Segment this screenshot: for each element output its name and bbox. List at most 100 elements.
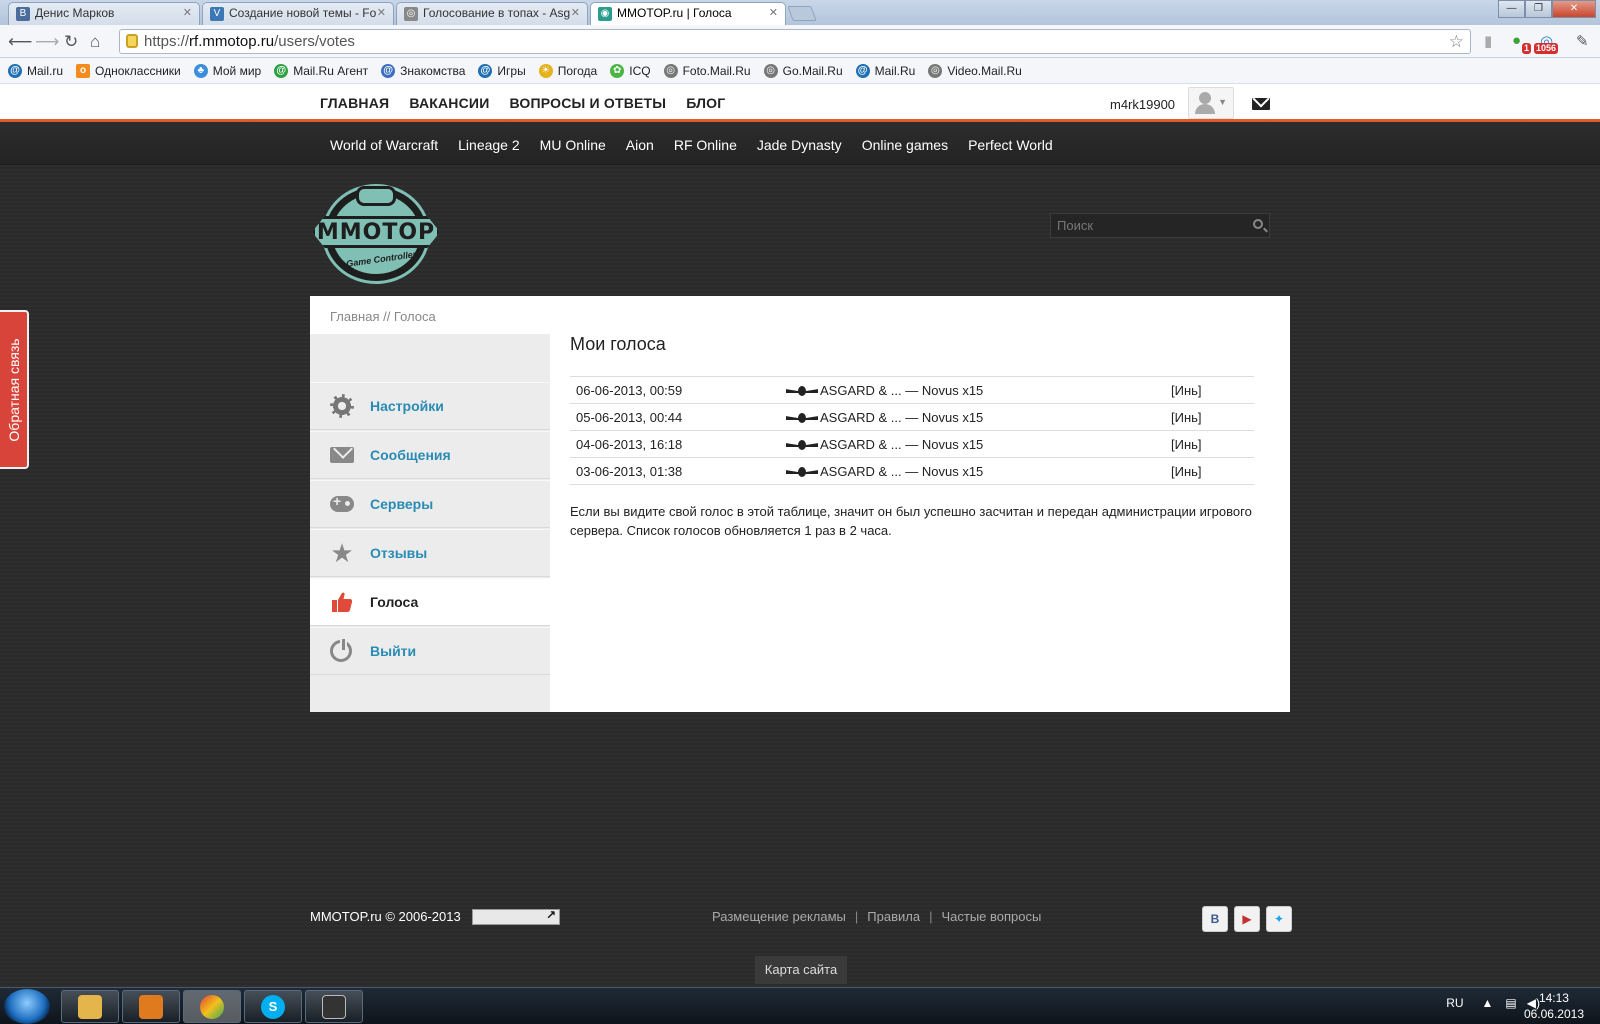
sitemap-link[interactable]: Карта сайта [755, 956, 847, 984]
vote-realm: [Инь] [1165, 430, 1254, 458]
vote-date: 06-06-2013, 00:59 [570, 376, 780, 404]
messages-envelope-icon[interactable] [1252, 98, 1270, 110]
server-emblem-icon [786, 440, 818, 451]
game-link[interactable]: Online games [862, 137, 948, 153]
twitter-icon[interactable]: ✦ [1266, 906, 1292, 932]
game-link[interactable]: World of Warcraft [330, 137, 438, 153]
site-top-nav: ГЛАВНАЯ ВАКАНСИИ ВОПРОСЫ И ОТВЕТЫ БЛОГ m… [0, 84, 1600, 122]
page-title: Мои голоса [570, 334, 666, 354]
bookmark-item[interactable]: ◎ Foto.Mail.Ru [663, 63, 751, 78]
icq-icon: ✿ [610, 63, 625, 78]
nav-link-blog[interactable]: БЛОГ [686, 95, 725, 111]
browser-tab-2[interactable]: V Создание новой темы - Fo ✕ [202, 2, 394, 25]
feedback-label: Обратная связь [5, 337, 22, 442]
sidebar-item-settings[interactable]: Настройки [310, 382, 550, 430]
footer-link-rules[interactable]: Правила [867, 909, 920, 924]
signal-icon[interactable]: ▮ [1484, 32, 1492, 50]
sidebar-item-servers[interactable]: Серверы [310, 480, 550, 528]
bookmark-item[interactable]: ☀ Погода [538, 63, 597, 78]
youtube-icon[interactable]: ▶ [1234, 906, 1260, 932]
nav-link-qa[interactable]: ВОПРОСЫ И ОТВЕТЫ [509, 95, 666, 111]
sidebar-item-votes[interactable]: Голоса [310, 578, 550, 626]
close-window-button[interactable]: ✕ [1552, 0, 1596, 18]
bookmark-item[interactable]: @ Знакомства [381, 63, 465, 78]
avatar-dropdown[interactable]: ▼ [1188, 87, 1234, 119]
search-icon[interactable] [1253, 219, 1263, 229]
bookmark-item[interactable]: ✿ ICQ [610, 63, 651, 78]
bookmark-label: Mail.Ru [874, 63, 916, 78]
bookmark-item[interactable]: @ Mail.Ru Агент [274, 63, 369, 78]
counter-widget[interactable]: ↗ [472, 908, 560, 925]
taskbar-media-player[interactable] [122, 990, 180, 1023]
game-link[interactable]: RF Online [674, 137, 737, 153]
sidebar-item-label: Голоса [370, 594, 419, 610]
avatar-icon [1199, 92, 1211, 104]
vote-server[interactable]: ASGARD & ... — Novus x15 [780, 376, 1165, 404]
vote-date: 04-06-2013, 16:18 [570, 430, 780, 458]
address-bar[interactable]: https://rf.mmotop.ru/users/votes ☆ [119, 29, 1471, 54]
username-label[interactable]: m4rk19900 [1110, 97, 1175, 112]
game-link[interactable]: Perfect World [968, 137, 1053, 153]
nav-link-jobs[interactable]: ВАКАНСИИ [409, 95, 489, 111]
bookmark-item[interactable]: @ Mail.Ru [855, 63, 916, 78]
separator: | [854, 909, 859, 924]
feedback-tab[interactable]: Обратная связь [0, 310, 29, 469]
wrench-icon[interactable]: ✎ [1576, 32, 1589, 50]
bookmark-item[interactable]: ♣ Мой мир [193, 63, 261, 78]
bookmark-item[interactable]: ◎ Video.Mail.Ru [928, 63, 1022, 78]
mmotop-logo[interactable]: MMOTOP Game Controller [312, 176, 440, 286]
footer-link-ads[interactable]: Размещение рекламы [712, 909, 846, 924]
vote-server[interactable]: ASGARD & ... — Novus x15 [780, 403, 1165, 431]
footer-link-faq[interactable]: Частые вопросы [941, 909, 1041, 924]
forward-arrow-icon[interactable]: ⟶ [35, 32, 59, 52]
minimize-button[interactable]: — [1498, 0, 1525, 18]
vk-icon[interactable]: B [1202, 906, 1228, 932]
chevron-up-icon[interactable]: ▲ [1482, 996, 1494, 1010]
back-arrow-icon[interactable]: ⟵ [8, 32, 32, 52]
vote-server[interactable]: ASGARD & ... — Novus x15 [780, 457, 1165, 485]
server-name: ASGARD & ... — Novus x15 [820, 463, 984, 479]
browser-tab-1[interactable]: B Денис Марков ✕ [8, 2, 200, 25]
reload-icon[interactable]: ↻ [64, 32, 78, 52]
sidebar-item-messages[interactable]: Сообщения [310, 431, 550, 479]
browser-tab-active[interactable]: ◉ MMOTOP.ru | Голоса ✕ [590, 2, 786, 26]
votes-note: Если вы видите свой голос в этой таблице… [570, 504, 1252, 538]
clock[interactable]: 14:13 06.06.2013 [1524, 990, 1584, 1022]
sidebar-item-reviews[interactable]: ★ Отзывы [310, 529, 550, 577]
breadcrumb[interactable]: Главная // Голоса [330, 309, 436, 324]
vote-server[interactable]: ASGARD & ... — Novus x15 [780, 430, 1165, 458]
game-link[interactable]: Jade Dynasty [757, 137, 842, 153]
language-indicator[interactable]: RU [1446, 996, 1463, 1010]
close-tab-icon[interactable]: ✕ [377, 6, 386, 19]
vote-date: 03-06-2013, 01:38 [570, 457, 780, 485]
home-icon[interactable]: ⌂ [90, 32, 100, 52]
lock-warning-icon[interactable] [126, 34, 138, 48]
nav-link-home[interactable]: ГЛАВНАЯ [320, 95, 389, 111]
network-icon[interactable]: ▤ [1505, 996, 1516, 1010]
url-path: /users/votes [274, 33, 355, 50]
bookmark-label: Mail.Ru Агент [293, 63, 369, 78]
bookmark-item[interactable]: @ Mail.ru [8, 63, 63, 78]
taskbar-skype[interactable]: S [244, 990, 302, 1023]
start-button[interactable] [4, 989, 50, 1024]
extension-icon[interactable]: ● [1512, 32, 1521, 49]
bookmark-item[interactable]: @ Игры [478, 63, 526, 78]
bookmark-item[interactable]: о Одноклассники [76, 63, 181, 78]
bookmark-item[interactable]: ◎ Go.Mail.Ru [763, 63, 843, 78]
close-tab-icon[interactable]: ✕ [571, 6, 580, 19]
game-link[interactable]: MU Online [540, 137, 606, 153]
browser-tab-3[interactable]: ◎ Голосование в топах - Asg ✕ [396, 2, 588, 25]
taskbar-explorer[interactable] [61, 990, 119, 1023]
search-input[interactable] [1051, 214, 1231, 237]
close-tab-icon[interactable]: ✕ [183, 6, 192, 19]
taskbar-app[interactable] [305, 990, 363, 1023]
tab-title: MMOTOP.ru | Голоса [617, 6, 732, 20]
maximize-button[interactable]: ❐ [1525, 0, 1552, 18]
close-tab-icon[interactable]: ✕ [769, 6, 778, 19]
game-link[interactable]: Aion [626, 137, 654, 153]
sidebar-item-logout[interactable]: Выйти [310, 627, 550, 675]
bookmark-star-icon[interactable]: ☆ [1449, 30, 1464, 53]
new-tab-button[interactable] [787, 6, 817, 21]
game-link[interactable]: Lineage 2 [458, 137, 520, 153]
taskbar-chrome[interactable] [183, 990, 241, 1023]
